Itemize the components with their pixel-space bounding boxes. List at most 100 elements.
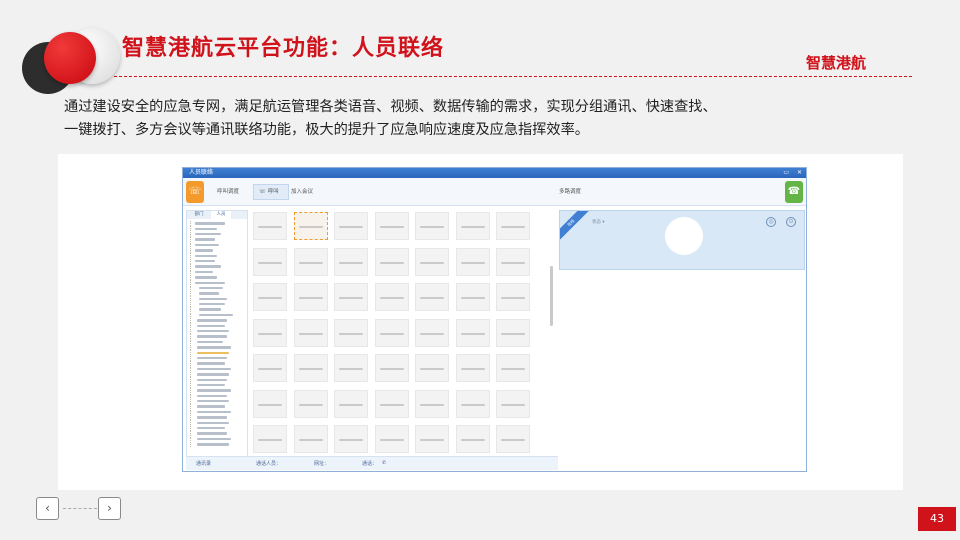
contact-tile[interactable] (496, 425, 530, 453)
next-slide-button[interactable]: › (98, 497, 121, 520)
contact-tile[interactable] (334, 389, 368, 418)
contact-tile[interactable] (415, 247, 449, 276)
contact-tile[interactable] (253, 425, 287, 453)
tree-node[interactable] (190, 285, 244, 291)
contact-tile[interactable] (253, 354, 287, 382)
contact-tile[interactable] (253, 212, 287, 240)
contact-tile[interactable] (374, 354, 409, 382)
toolbar-dispatch[interactable]: 呼叫调度 (217, 187, 239, 195)
toolbar-multi-dispatch[interactable]: 多路调度 (559, 187, 581, 195)
contact-tile[interactable] (415, 212, 449, 240)
maximize-icon[interactable]: ▭ (783, 169, 789, 176)
contact-tile[interactable] (374, 212, 409, 240)
toolbar-join-meeting[interactable]: 加入会议 (291, 187, 313, 195)
tree-node[interactable] (190, 221, 244, 226)
tree-node[interactable] (190, 415, 244, 420)
contact-tile[interactable] (253, 283, 287, 311)
contact-tile[interactable] (415, 318, 449, 347)
tree-node[interactable] (190, 436, 244, 442)
tree-node[interactable] (190, 296, 244, 302)
hangup-icon[interactable]: ☎ (785, 181, 803, 203)
contact-tile[interactable] (455, 247, 490, 276)
contact-tile[interactable] (334, 212, 368, 240)
tab-people[interactable]: 人员 (211, 211, 231, 219)
status-dropdown[interactable]: 状态 ▾ (592, 219, 605, 225)
close-icon[interactable]: ✕ (797, 169, 802, 176)
contact-tile[interactable] (334, 247, 368, 276)
tree-node[interactable] (190, 339, 244, 345)
settings-icon[interactable]: ⊙ (786, 217, 796, 227)
tree-node[interactable] (190, 366, 244, 372)
contact-tile[interactable] (374, 283, 409, 311)
tree-node[interactable] (190, 301, 244, 307)
contact-tile[interactable] (455, 283, 490, 311)
contact-tile[interactable] (496, 247, 530, 276)
status-left[interactable]: 通讯录 (196, 460, 211, 467)
tree-node[interactable] (190, 226, 244, 232)
contact-tile[interactable] (415, 283, 449, 311)
tree-node[interactable] (190, 377, 244, 383)
contact-tile[interactable] (293, 283, 328, 311)
contact-tile[interactable] (455, 354, 490, 382)
contact-tile[interactable] (455, 425, 490, 453)
contact-tile[interactable] (253, 247, 287, 276)
tree-node[interactable] (190, 409, 244, 415)
tree-node[interactable] (190, 361, 244, 366)
contact-tile[interactable] (496, 283, 530, 311)
tree-node[interactable] (190, 231, 244, 237)
contact-tile[interactable] (496, 318, 530, 347)
tree-node[interactable] (190, 431, 244, 437)
tree-node[interactable] (190, 291, 244, 296)
contact-tile[interactable] (293, 425, 328, 453)
contact-tile[interactable] (455, 389, 490, 418)
contact-tile[interactable] (334, 318, 368, 347)
tree-node[interactable] (190, 404, 244, 410)
contact-tile[interactable] (374, 425, 409, 453)
tree-node[interactable] (190, 242, 244, 248)
prev-slide-button[interactable]: ‹ (36, 497, 59, 520)
contact-tile[interactable] (455, 318, 490, 347)
contact-tile[interactable] (293, 389, 328, 418)
contact-tile[interactable] (496, 389, 530, 418)
contact-tile[interactable] (293, 212, 328, 240)
tree-node[interactable] (190, 388, 244, 393)
tree-node[interactable] (190, 318, 244, 323)
tree-node[interactable] (190, 253, 244, 259)
contact-tile[interactable] (334, 283, 368, 311)
tree-node[interactable] (190, 398, 244, 404)
contact-tile[interactable] (293, 318, 328, 347)
tab-departments[interactable]: 部门 (189, 211, 209, 219)
contact-tile[interactable] (415, 389, 449, 418)
phone-icon[interactable]: ☏ (186, 181, 204, 203)
tree-node[interactable] (190, 344, 244, 350)
phone-small-icon[interactable]: ✆ (382, 460, 386, 466)
contact-tile[interactable] (374, 247, 409, 276)
tree-node[interactable] (190, 371, 244, 377)
tree-node[interactable] (190, 328, 244, 334)
tree-node[interactable] (190, 420, 244, 426)
contact-tile[interactable] (293, 247, 328, 276)
tree-node[interactable] (190, 307, 244, 313)
grid-scrollbar[interactable] (550, 266, 553, 326)
tree-node[interactable] (190, 247, 244, 253)
contact-tile[interactable] (253, 318, 287, 347)
tree-node[interactable] (190, 393, 244, 399)
tree-node[interactable] (190, 334, 244, 339)
tree-node[interactable] (190, 382, 244, 388)
contact-tile[interactable] (415, 425, 449, 453)
tree-node[interactable] (190, 258, 244, 264)
tree-node[interactable] (190, 442, 244, 447)
toolbar-call[interactable]: ☏ 呼叫 (259, 187, 279, 195)
contact-tile[interactable] (253, 389, 287, 418)
tree-node[interactable] (190, 264, 244, 269)
contact-tile[interactable] (293, 354, 328, 382)
contact-tile[interactable] (496, 212, 530, 240)
contact-tile[interactable] (334, 354, 368, 382)
tree-node[interactable] (190, 350, 244, 356)
tree-node[interactable] (190, 269, 244, 275)
tree-node[interactable] (190, 280, 244, 286)
contact-tile[interactable] (334, 425, 368, 453)
tree-node[interactable] (190, 237, 244, 242)
contact-tile[interactable] (496, 354, 530, 382)
tree-node[interactable] (190, 312, 244, 318)
